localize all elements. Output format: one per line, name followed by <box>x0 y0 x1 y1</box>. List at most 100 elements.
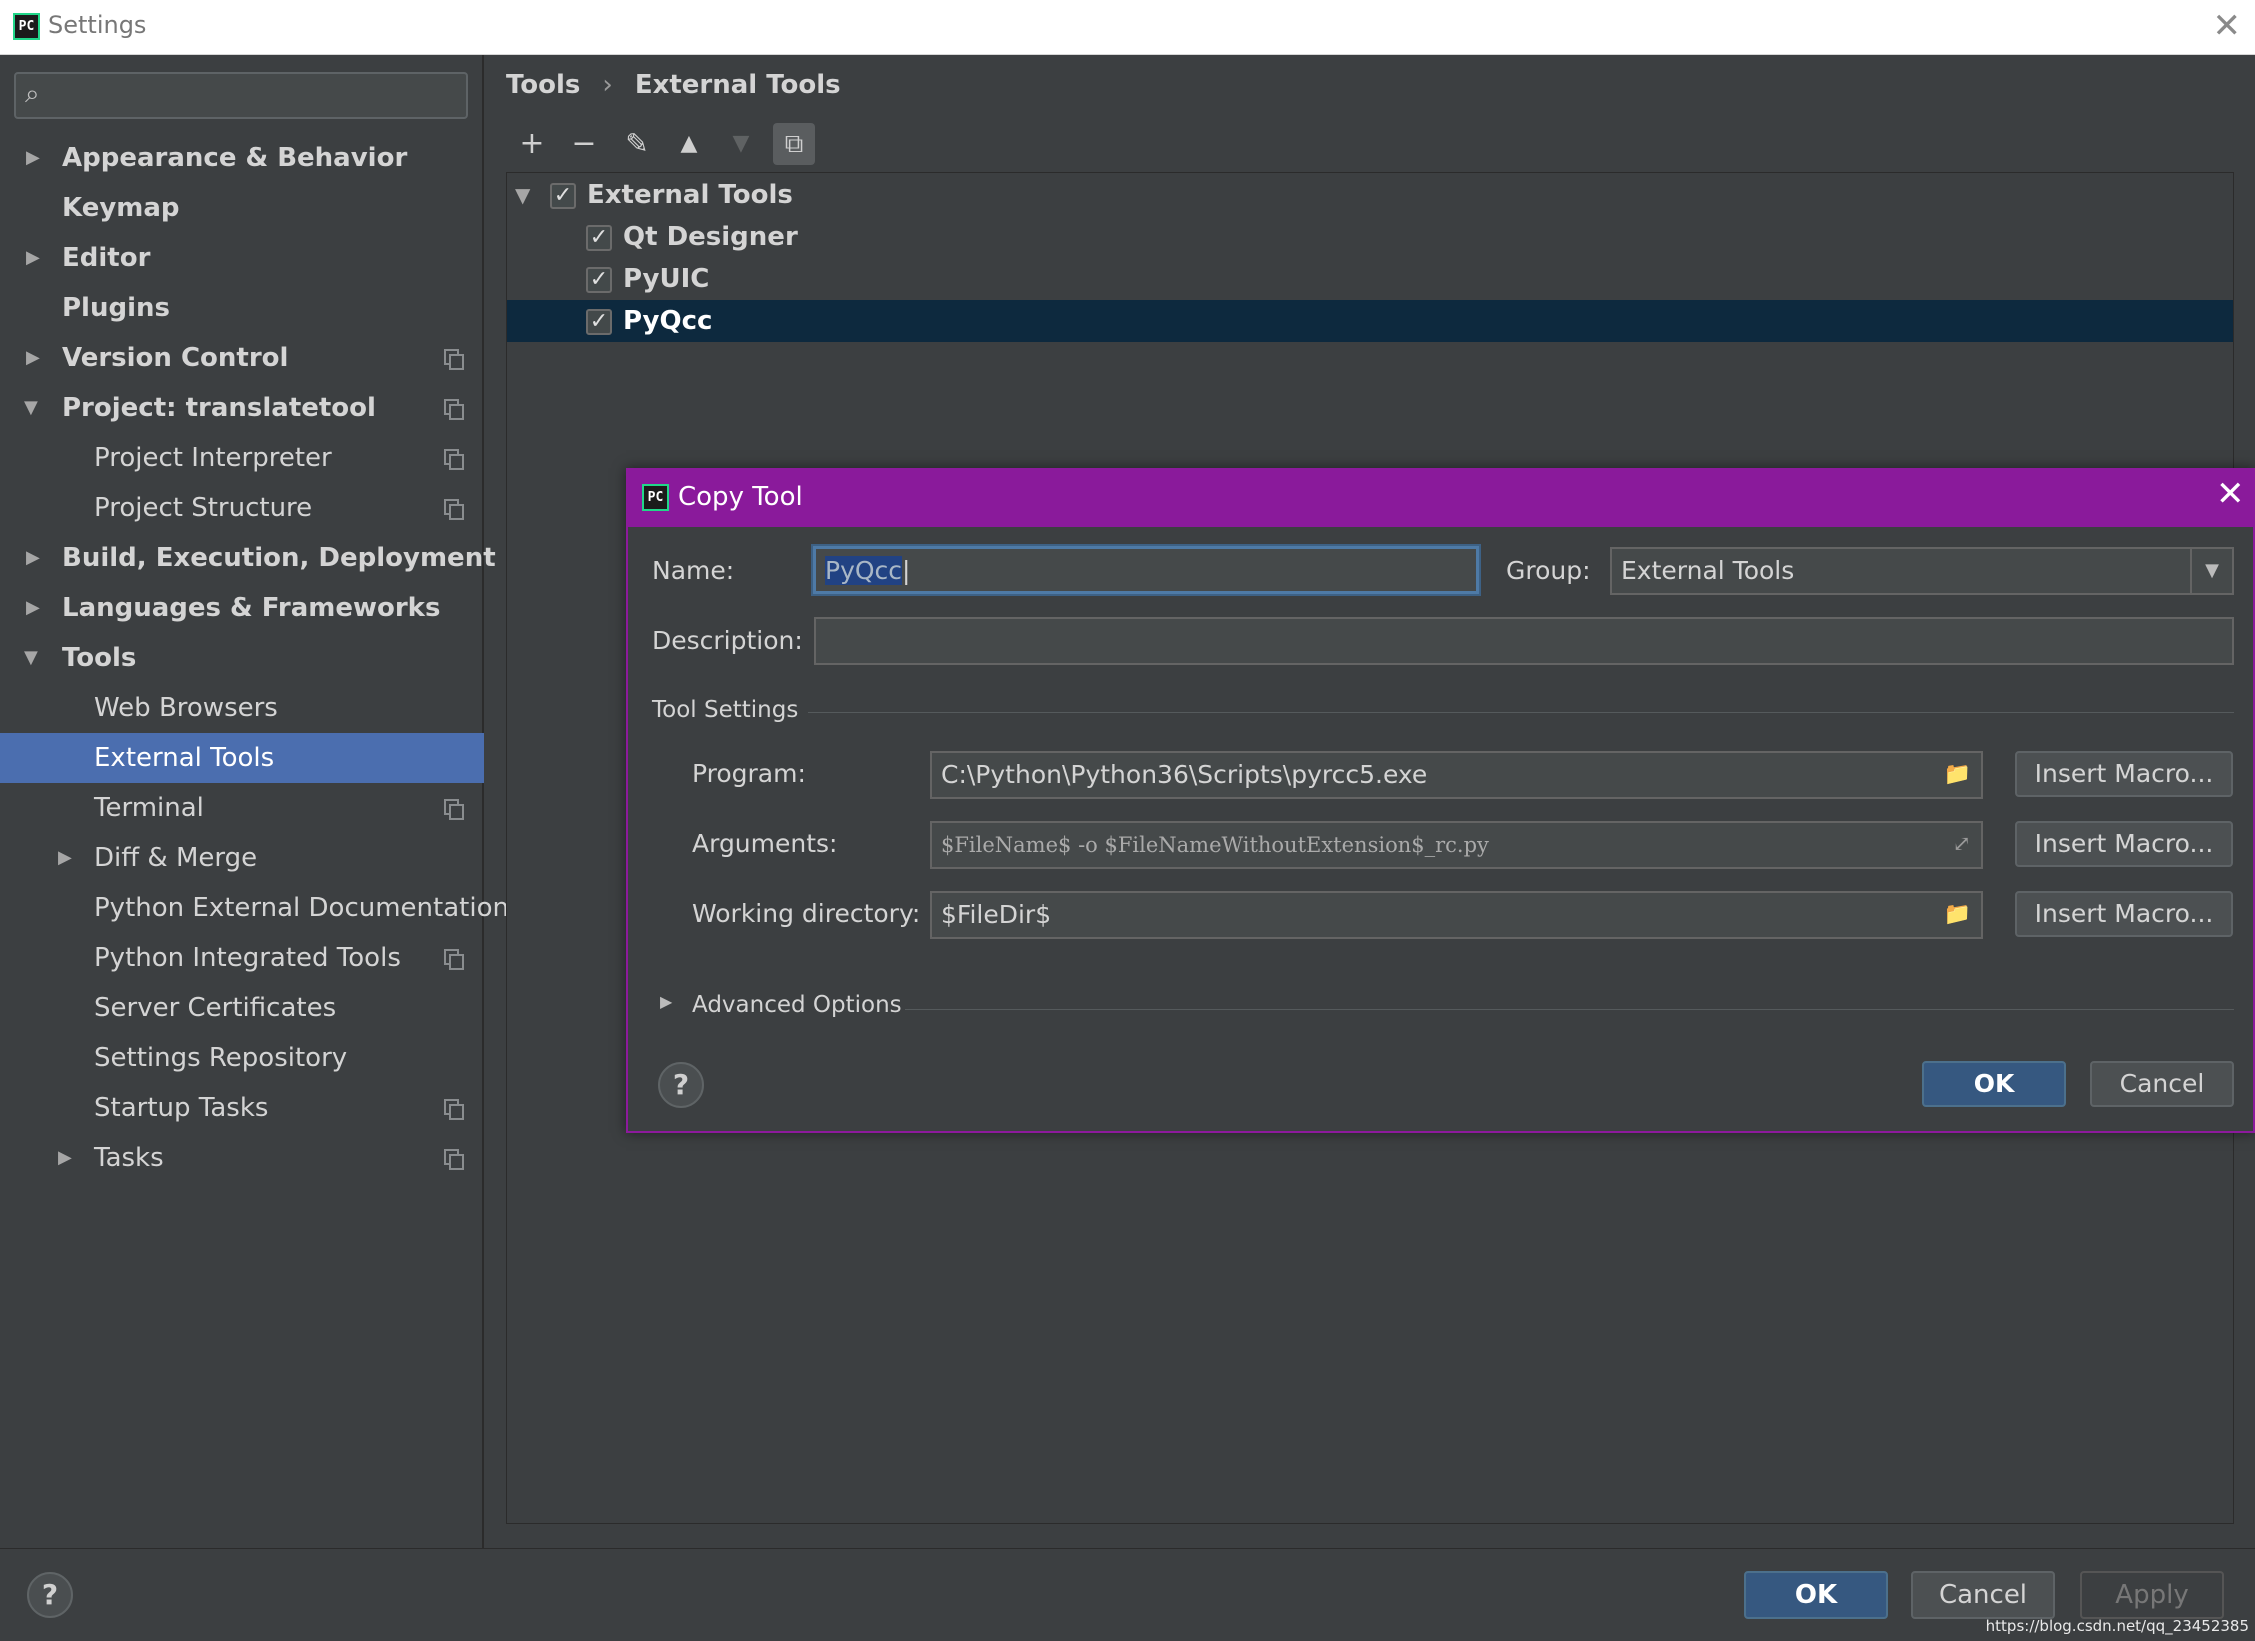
checkbox-pyqcc[interactable]: ✓ <box>586 309 612 335</box>
insert-macro-program-button[interactable]: Insert Macro... <box>2015 751 2233 797</box>
pycharm-logo-icon: PC <box>642 484 669 511</box>
window-close-icon[interactable]: ✕ <box>2213 6 2242 46</box>
sidebar-item-editor[interactable]: ▶ Editor <box>0 233 484 283</box>
collapse-arrow-icon[interactable]: ▼ <box>24 383 38 433</box>
edit-pencil-icon[interactable]: ✎ <box>616 123 658 165</box>
external-tools-toolbar: + − ✎ ▲ ▼ ⧉ <box>506 120 2234 172</box>
tree-item-pyuic[interactable]: ✓ PyUIC <box>507 258 2233 300</box>
move-down-icon[interactable]: ▼ <box>720 123 762 165</box>
help-button[interactable]: ? <box>27 1572 73 1618</box>
sidebar-item-label: Languages & Frameworks <box>62 593 441 623</box>
settings-search-input[interactable] <box>62 80 458 112</box>
folder-icon[interactable]: 📁 <box>1944 753 1971 797</box>
sidebar-item-tools[interactable]: ▼ Tools <box>0 633 484 683</box>
sidebar-item-project[interactable]: ▼ Project: translatetool <box>0 383 484 433</box>
arguments-label: Arguments: <box>692 829 838 858</box>
program-input-text: C:\Python\Python36\Scripts\pyrcc5.exe <box>941 760 1428 789</box>
tree-item-pyqcc[interactable]: ✓ PyQcc <box>507 300 2233 342</box>
dialog-titlebar: PC Copy Tool ✕ <box>628 470 2253 527</box>
collapse-arrow-icon[interactable]: ▼ <box>515 174 530 216</box>
advanced-options-toggle[interactable]: Advanced Options <box>692 992 902 1018</box>
insert-macro-arguments-button[interactable]: Insert Macro... <box>2015 821 2233 867</box>
group-label: Group: <box>1506 556 1591 585</box>
cancel-button[interactable]: Cancel <box>1911 1571 2055 1619</box>
expand-icon[interactable]: ⤢ <box>1953 823 1971 867</box>
copy-icon[interactable]: ⧉ <box>773 123 815 165</box>
dialog-cancel-button[interactable]: Cancel <box>2090 1061 2234 1107</box>
sidebar-item-label: Diff & Merge <box>94 843 258 873</box>
name-input[interactable]: PyQcc| <box>813 546 1479 594</box>
expand-arrow-icon[interactable]: ▶ <box>26 583 40 633</box>
project-level-icon <box>444 1149 464 1170</box>
working-directory-input-text: $FileDir$ <box>941 900 1052 929</box>
description-input[interactable] <box>814 617 2234 665</box>
arguments-input[interactable]: $FileName$ -o $FileNameWithoutExtension$… <box>930 821 1983 869</box>
sidebar-item-external-tools[interactable]: External Tools <box>0 733 484 783</box>
tool-settings-heading: Tool Settings <box>652 697 799 723</box>
breadcrumb-separator: › <box>602 70 613 100</box>
ok-button[interactable]: OK <box>1744 1571 1888 1619</box>
apply-button[interactable]: Apply <box>2080 1571 2224 1619</box>
sidebar-item-languages-frameworks[interactable]: ▶ Languages & Frameworks <box>0 583 484 633</box>
tree-item-label: External Tools <box>587 180 793 210</box>
expand-arrow-icon[interactable]: ▶ <box>660 992 672 1011</box>
name-input-text: PyQcc <box>825 556 903 585</box>
section-divider <box>808 712 2234 713</box>
checkbox-qt-designer[interactable]: ✓ <box>586 225 612 251</box>
sidebar-item-diff-merge[interactable]: ▶ Diff & Merge <box>0 833 484 883</box>
sidebar-item-python-external-documentation[interactable]: Python External Documentation <box>0 883 509 933</box>
sidebar-item-version-control[interactable]: ▶ Version Control <box>0 333 484 383</box>
dialog-close-icon[interactable]: ✕ <box>2216 474 2245 514</box>
settings-footer: ? OK Cancel Apply <box>0 1548 2255 1641</box>
project-level-icon <box>444 399 464 420</box>
expand-arrow-icon[interactable]: ▶ <box>26 333 40 383</box>
copy-tool-dialog: PC Copy Tool ✕ Name: PyQcc| Group: Exter… <box>626 468 2255 1133</box>
sidebar-item-web-browsers[interactable]: Web Browsers <box>0 683 484 733</box>
add-icon[interactable]: + <box>511 123 553 165</box>
collapse-arrow-icon[interactable]: ▼ <box>24 633 38 683</box>
working-directory-input[interactable]: $FileDir$ 📁 <box>930 891 1983 939</box>
sidebar-item-build-execution-deployment[interactable]: ▶ Build, Execution, Deployment <box>0 533 496 583</box>
dialog-ok-button[interactable]: OK <box>1922 1061 2066 1107</box>
sidebar-item-python-integrated-tools[interactable]: Python Integrated Tools <box>0 933 484 983</box>
program-input[interactable]: C:\Python\Python36\Scripts\pyrcc5.exe 📁 <box>930 751 1983 799</box>
sidebar-item-label: External Tools <box>94 743 275 773</box>
chevron-down-icon[interactable]: ▼ <box>2190 549 2232 593</box>
expand-arrow-icon[interactable]: ▶ <box>58 1133 72 1183</box>
insert-macro-workdir-button[interactable]: Insert Macro... <box>2015 891 2233 937</box>
settings-search-box[interactable]: ⌕ <box>14 72 468 119</box>
sidebar-item-label: Editor <box>62 243 151 273</box>
sidebar-item-plugins[interactable]: Plugins <box>0 283 484 333</box>
sidebar-item-label: Project Interpreter <box>94 443 332 473</box>
tree-item-label: PyQcc <box>623 306 713 336</box>
section-divider <box>905 1009 2234 1010</box>
remove-icon[interactable]: − <box>563 123 605 165</box>
checkbox-external-tools[interactable]: ✓ <box>550 183 576 209</box>
sidebar-item-tasks[interactable]: ▶ Tasks <box>0 1133 484 1183</box>
sidebar-item-startup-tasks[interactable]: Startup Tasks <box>0 1083 484 1133</box>
project-level-icon <box>444 1099 464 1120</box>
expand-arrow-icon[interactable]: ▶ <box>26 233 40 283</box>
checkbox-pyuic[interactable]: ✓ <box>586 267 612 293</box>
expand-arrow-icon[interactable]: ▶ <box>26 533 40 583</box>
sidebar-item-project-interpreter[interactable]: Project Interpreter <box>0 433 484 483</box>
dialog-title: Copy Tool <box>678 482 803 512</box>
sidebar-item-server-certificates[interactable]: Server Certificates <box>0 983 484 1033</box>
folder-icon[interactable]: 📁 <box>1944 893 1971 937</box>
sidebar-item-label: Keymap <box>62 193 180 223</box>
move-up-icon[interactable]: ▲ <box>668 123 710 165</box>
tree-item-qt-designer[interactable]: ✓ Qt Designer <box>507 216 2233 258</box>
sidebar-item-terminal[interactable]: Terminal <box>0 783 484 833</box>
tree-group-external-tools[interactable]: ▼ ✓ External Tools <box>507 174 2233 216</box>
sidebar-item-settings-repository[interactable]: Settings Repository <box>0 1033 484 1083</box>
dialog-help-button[interactable]: ? <box>658 1062 704 1108</box>
sidebar-item-label: Plugins <box>62 293 170 323</box>
breadcrumb-parent[interactable]: Tools <box>506 70 580 100</box>
sidebar-item-appearance-behavior[interactable]: ▶ Appearance & Behavior <box>0 133 484 183</box>
expand-arrow-icon[interactable]: ▶ <box>58 833 72 883</box>
watermark-url: https://blog.csdn.net/qq_23452385 <box>1985 1617 2249 1635</box>
group-select[interactable]: External Tools ▼ <box>1610 547 2234 595</box>
sidebar-item-keymap[interactable]: Keymap <box>0 183 484 233</box>
expand-arrow-icon[interactable]: ▶ <box>26 133 40 183</box>
sidebar-item-project-structure[interactable]: Project Structure <box>0 483 484 533</box>
